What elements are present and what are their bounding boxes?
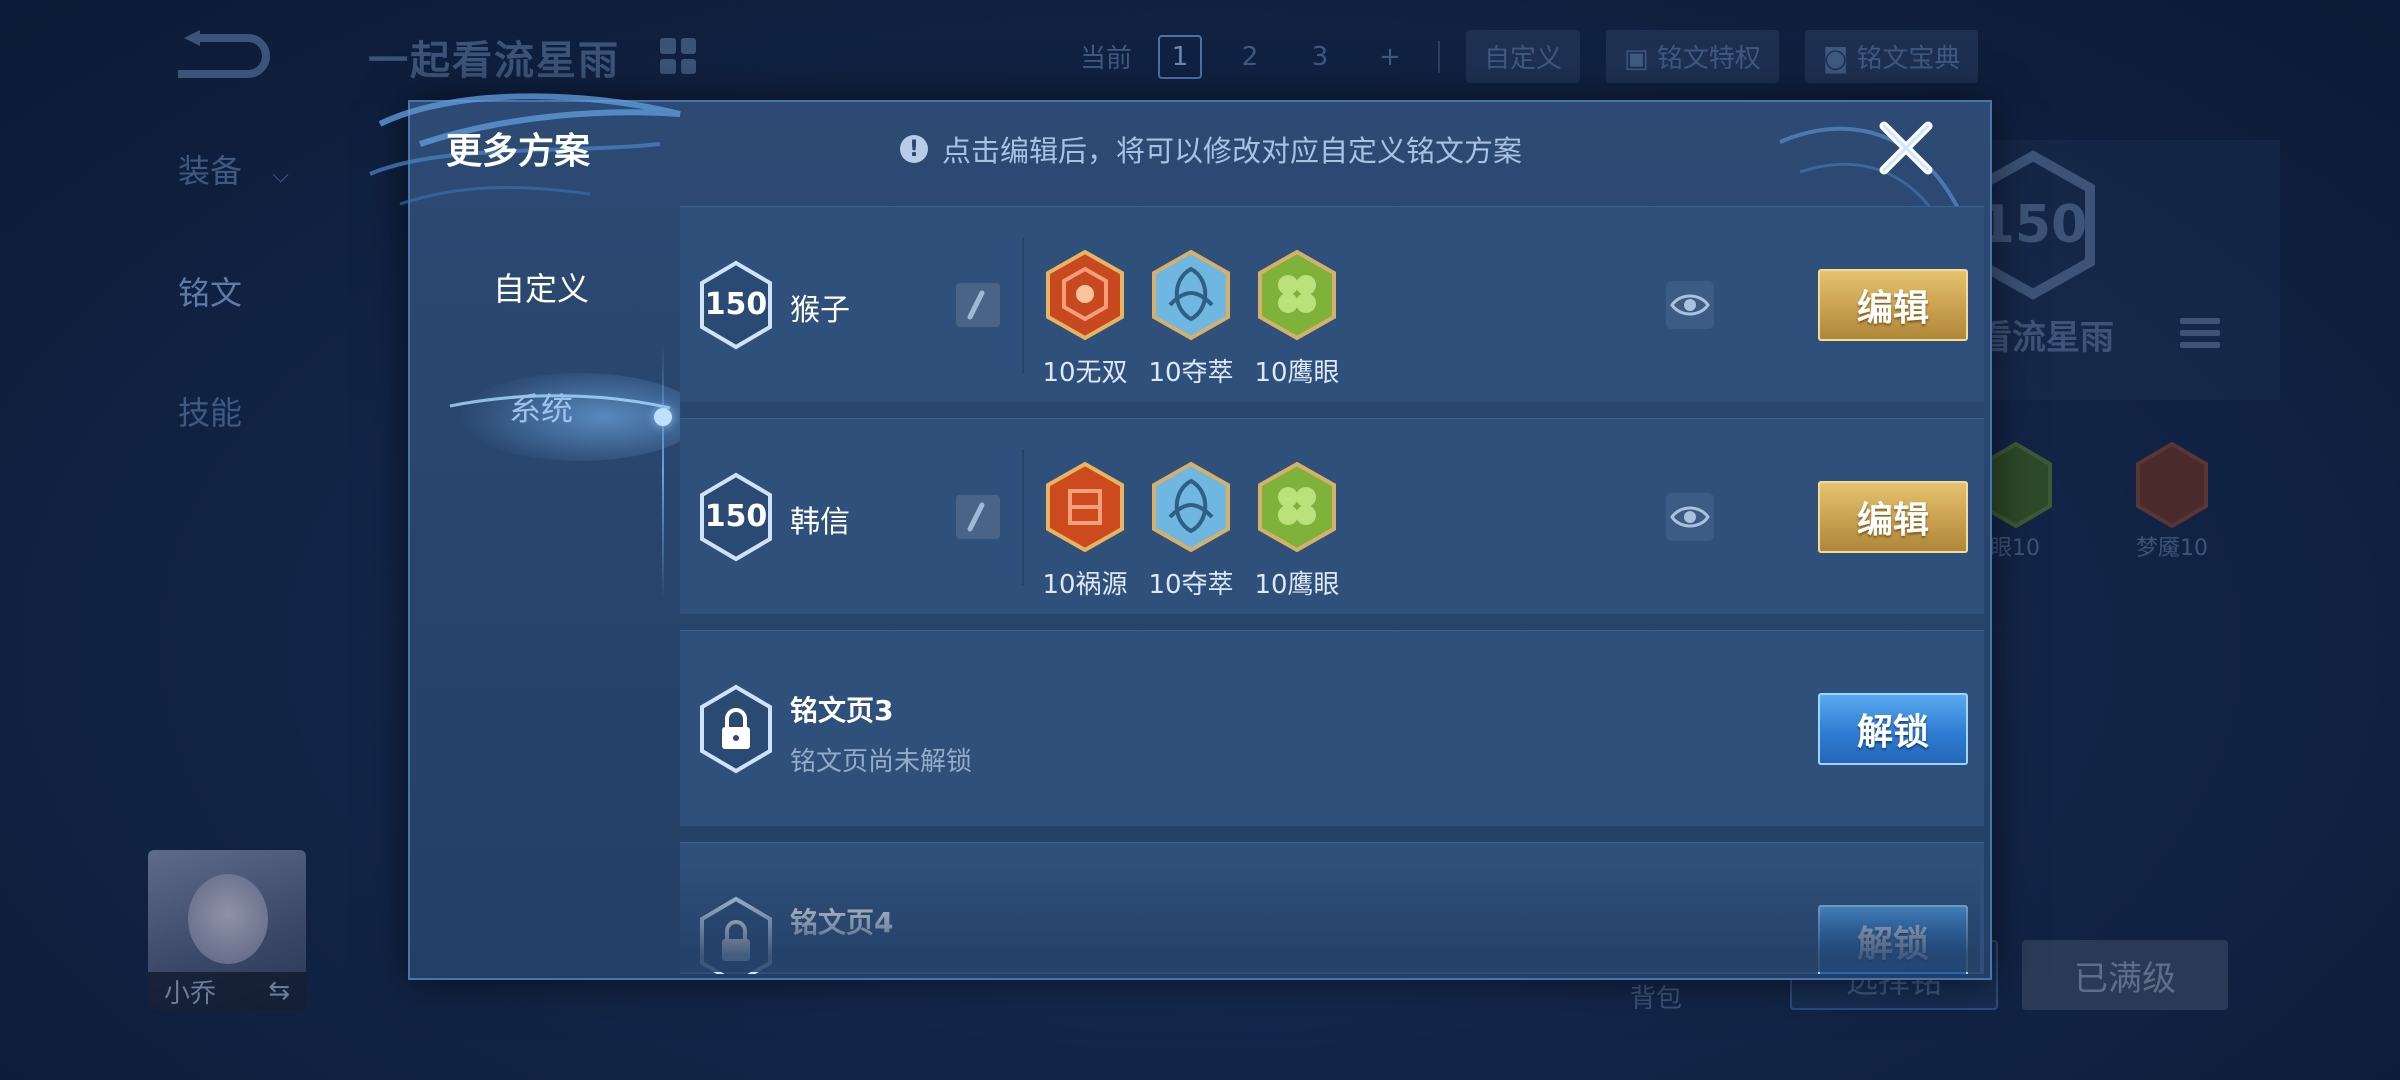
chevron-down-icon: ⌵ — [272, 163, 289, 188]
modal-title: 更多方案 — [446, 131, 591, 172]
rune-label: 10鹰眼 — [1254, 570, 1340, 600]
hero-name: 小乔 — [164, 978, 217, 1009]
hero-name-bar: 小乔 ⇆ — [148, 972, 306, 1010]
rune-label: 10夺萃 — [1148, 358, 1234, 388]
add-page-button[interactable]: + — [1368, 35, 1412, 79]
rune-icon — [2136, 441, 2208, 529]
tab-custom[interactable]: 自定义 — [410, 252, 672, 322]
page-toolbar: 当前 1 2 3 + 自定义 ▣ 铭文特权 ◙ 铭文宝典 — [1080, 30, 1979, 83]
page-tab-1[interactable]: 1 — [1158, 34, 1203, 79]
page-tab-3[interactable]: 3 — [1298, 35, 1342, 79]
page-name: 铭文页4 — [790, 906, 894, 939]
rune-duocui-icon — [1152, 249, 1230, 341]
menu-icon[interactable] — [2180, 318, 2220, 354]
lock-icon — [700, 684, 772, 774]
hero-avatar[interactable]: 小乔 ⇆ — [148, 850, 306, 1010]
rune-huoyuan-icon — [1046, 461, 1124, 553]
lock-icon — [700, 896, 772, 974]
plan-name: 韩信 — [790, 505, 850, 540]
rename-icon[interactable] — [956, 495, 1000, 539]
plan-row: 150 猴子 10无双 10夺萃 10鹰眼 编辑 — [680, 206, 1984, 402]
page-status: 铭文页尚未解锁 — [790, 747, 973, 777]
plan-row: 铭文页4 解锁 — [680, 842, 1984, 974]
eye-icon[interactable] — [1666, 281, 1714, 329]
loadout-title: 一起看流星雨 — [368, 38, 620, 84]
plan-row: 150 韩信 10祸源 10夺萃 10鹰眼 编辑 — [680, 418, 1984, 614]
codex-button[interactable]: ◙ 铭文宝典 — [1804, 30, 1979, 83]
grid-icon[interactable] — [660, 38, 696, 74]
eye-icon[interactable] — [1666, 493, 1714, 541]
page-tab-2[interactable]: 2 — [1228, 35, 1272, 79]
more-plans-modal: 更多方案 ! 点击编辑后，将可以修改对应自定义铭文方案 自定义 系统 150 猴… — [369, 93, 1992, 980]
close-icon[interactable] — [1874, 116, 1938, 180]
hint-text: ! 点击编辑后，将可以修改对应自定义铭文方案 — [900, 128, 1522, 170]
rune-yingyan-icon — [1258, 249, 1336, 341]
bag-label[interactable]: 背包 — [1630, 978, 1682, 1015]
row-divider — [1022, 237, 1024, 373]
unlock-button[interactable]: 解锁 — [1818, 905, 1968, 974]
plan-list: 150 猴子 10无双 10夺萃 10鹰眼 编辑 150 韩信 10祸源 10夺… — [680, 206, 1984, 974]
level-hex-icon — [700, 260, 772, 350]
right-panel-name: 看流星雨 — [1978, 318, 2114, 358]
side-item-equipment[interactable]: 装备 ⌵ — [178, 146, 289, 192]
side-item-inscription[interactable]: 铭文 — [178, 268, 242, 314]
rune-wushuang-icon — [1046, 249, 1124, 341]
book-icon: ▣ — [1624, 44, 1657, 74]
rune-label: 眼10 — [1990, 536, 2040, 561]
rune-yingyan-icon — [1258, 461, 1336, 553]
plan-tabs — [410, 232, 680, 978]
info-icon: ! — [900, 135, 928, 163]
edit-button[interactable]: 编辑 — [1818, 481, 1968, 553]
level-hex-icon — [700, 472, 772, 562]
modal-header: 更多方案 ! 点击编辑后，将可以修改对应自定义铭文方案 — [369, 93, 1990, 223]
privilege-label: 铭文特权 — [1656, 44, 1761, 74]
plan-row: 铭文页3 铭文页尚未解锁 解锁 — [680, 630, 1984, 826]
codex-icon: ◙ — [1822, 44, 1857, 74]
rune-duocui-icon — [1152, 461, 1230, 553]
unlock-button[interactable]: 解锁 — [1818, 693, 1968, 765]
toolbar-divider — [1438, 40, 1441, 73]
swap-icon[interactable]: ⇆ — [268, 976, 290, 1006]
page-name: 铭文页3 — [790, 694, 894, 727]
rune-label: 10夺萃 — [1148, 570, 1234, 600]
custom-button[interactable]: 自定义 — [1466, 30, 1581, 83]
plan-name: 猴子 — [790, 293, 850, 328]
side-item-label: 装备 — [178, 152, 243, 190]
rune-label: 10鹰眼 — [1254, 358, 1340, 388]
hint-label: 点击编辑后，将可以修改对应自定义铭文方案 — [942, 134, 1523, 168]
rune-label: 10祸源 — [1042, 570, 1128, 600]
edit-button[interactable]: 编辑 — [1818, 269, 1968, 341]
avatar-face — [188, 874, 268, 964]
row-divider — [1022, 449, 1024, 585]
back-icon[interactable] — [170, 30, 270, 80]
current-label: 当前 — [1080, 44, 1133, 74]
rename-icon[interactable] — [956, 283, 1000, 327]
privilege-button[interactable]: ▣ 铭文特权 — [1606, 30, 1779, 83]
maxed-button[interactable]: 已满级 — [2022, 940, 2228, 1010]
codex-label: 铭文宝典 — [1856, 44, 1961, 74]
tab-system[interactable]: 系统 — [410, 372, 672, 442]
rune-label: 10无双 — [1042, 358, 1128, 388]
right-panel-level: 150 — [1979, 195, 2088, 255]
side-item-skills[interactable]: 技能 — [178, 388, 242, 434]
rune-label: 梦魇10 — [2136, 536, 2208, 561]
